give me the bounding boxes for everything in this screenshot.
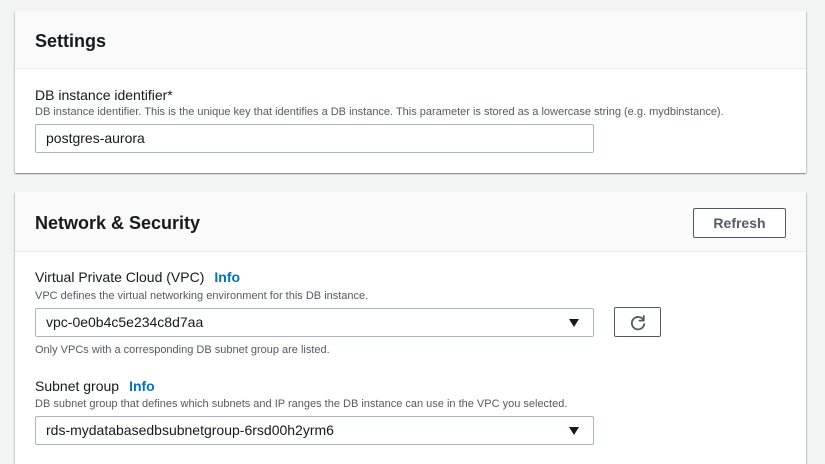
db-identifier-description: DB instance identifier. This is the uniq…	[35, 106, 724, 118]
caret-down-icon	[569, 319, 579, 327]
settings-panel: Settings DB instance identifier* DB inst…	[15, 11, 806, 173]
subnet-label-row: Subnet group Info	[35, 378, 155, 394]
db-identifier-input[interactable]: postgres-aurora	[35, 124, 594, 153]
vpc-hint: Only VPCs with a corresponding DB subnet…	[35, 344, 330, 356]
subnet-info-link[interactable]: Info	[129, 378, 155, 394]
db-identifier-label: DB instance identifier*	[35, 87, 173, 103]
vpc-info-link[interactable]: Info	[214, 269, 240, 285]
subnet-group-label: Subnet group	[35, 378, 120, 394]
network-panel-header: Network & Security Refresh	[15, 192, 806, 252]
network-title: Network & Security	[35, 213, 201, 233]
refresh-icon	[630, 315, 646, 331]
subnet-group-description: DB subnet group that defines which subne…	[35, 398, 568, 410]
subnet-group-select[interactable]: rds-mydatabasedbsubnetgroup-6rsd00h2yrm6	[35, 416, 594, 445]
vpc-description: VPC defines the virtual networking envir…	[35, 290, 369, 302]
vpc-select[interactable]: vpc-0e0b4c5e234c8d7aa	[35, 308, 594, 337]
vpc-label: Virtual Private Cloud (VPC)	[35, 269, 205, 285]
network-security-panel: Network & Security Refresh Virtual Priva…	[15, 192, 806, 464]
caret-down-icon	[569, 427, 579, 435]
refresh-button[interactable]: Refresh	[693, 208, 786, 238]
vpc-label-row: Virtual Private Cloud (VPC) Info	[35, 269, 240, 285]
vpc-selected-value: vpc-0e0b4c5e234c8d7aa	[46, 314, 204, 330]
settings-panel-header: Settings	[15, 11, 806, 69]
subnet-group-selected-value: rds-mydatabasedbsubnetgroup-6rsd00h2yrm6	[46, 422, 334, 438]
vpc-refresh-button[interactable]	[614, 307, 661, 337]
settings-title: Settings	[35, 31, 107, 51]
